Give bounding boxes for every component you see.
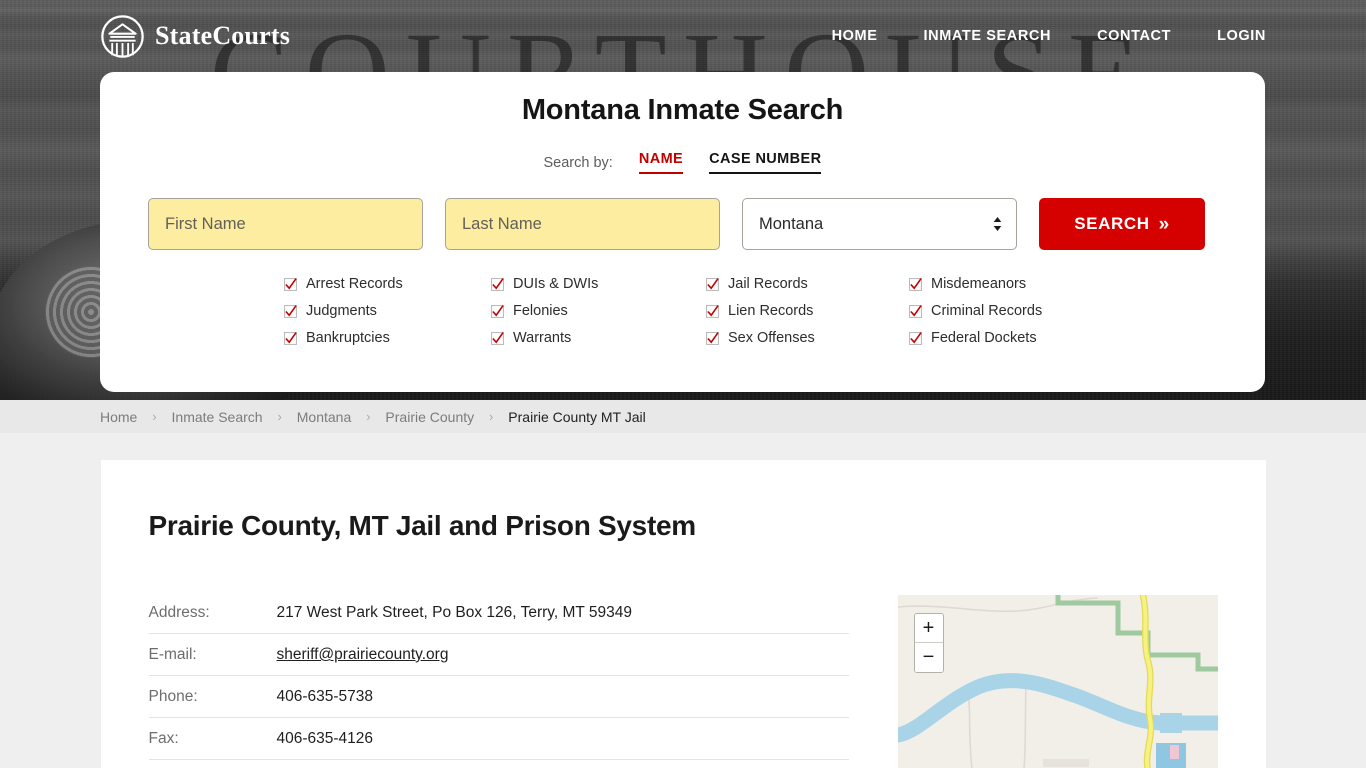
chevron-right-icon: › xyxy=(277,409,282,424)
feature-item-misdemeanors: Misdemeanors xyxy=(909,276,1109,292)
location-map[interactable]: + − xyxy=(897,595,1218,768)
map-zoom-out-button[interactable]: − xyxy=(914,643,943,672)
checkbox-checked-icon xyxy=(491,277,504,291)
feature-item-federal-dockets: Federal Dockets xyxy=(909,330,1109,346)
brand-name: StateCourts xyxy=(155,21,291,50)
breadcrumb: Home › Inmate Search › Montana › Prairie… xyxy=(0,400,1366,433)
map-zoom-in-button[interactable]: + xyxy=(914,614,943,643)
feature-item-criminal-records: Criminal Records xyxy=(909,303,1109,319)
detail-value-fax: 406-635-4126 xyxy=(276,717,849,760)
feature-label: Federal Dockets xyxy=(931,330,1037,346)
detail-value-address: 217 West Park Street, Po Box 126, Terry,… xyxy=(276,592,849,634)
feature-label: Bankruptcies xyxy=(306,330,390,346)
feature-item-sex-offenses: Sex Offenses xyxy=(706,330,909,346)
content-heading: Prairie County, MT Jail and Prison Syste… xyxy=(148,510,697,541)
feature-label: Misdemeanors xyxy=(931,276,1027,292)
detail-key-phone: Phone: xyxy=(148,675,277,718)
chevron-right-icon: › xyxy=(366,409,371,424)
feature-item-bankruptcies: Bankruptcies xyxy=(284,330,491,346)
feature-item-felonies: Felonies xyxy=(491,303,706,319)
chevron-right-icon: › xyxy=(152,409,157,424)
feature-label: Arrest Records xyxy=(306,276,403,292)
checkbox-checked-icon xyxy=(491,304,504,318)
table-row: Address: 217 West Park Street, Po Box 12… xyxy=(148,592,849,634)
last-name-input[interactable] xyxy=(445,198,720,250)
detail-key-fax: Fax: xyxy=(148,717,277,760)
checkbox-checked-icon xyxy=(909,304,922,318)
state-select[interactable]: Montana xyxy=(742,198,1017,250)
checkbox-checked-icon xyxy=(284,304,297,318)
email-link[interactable]: sheriff@prairiecounty.org xyxy=(277,646,449,663)
detail-key-address: Address: xyxy=(148,592,277,634)
tab-case-number[interactable]: CASE NUMBER xyxy=(709,151,822,174)
double-chevron-right-icon: » xyxy=(1158,213,1170,235)
checkbox-checked-icon xyxy=(909,277,922,291)
table-row: Website: http://visitterrymt.com/website… xyxy=(148,759,849,768)
jail-detail-card: Prairie County, MT Jail and Prison Syste… xyxy=(100,460,1266,768)
courthouse-circle-icon xyxy=(101,14,144,58)
checkbox-checked-icon xyxy=(706,277,719,291)
search-button-label: SEARCH xyxy=(1074,214,1150,233)
breadcrumb-item-current: Prairie County MT Jail xyxy=(508,408,646,425)
nav-item-inmate-search[interactable]: INMATE SEARCH xyxy=(924,28,1052,44)
breadcrumb-item-home[interactable]: Home xyxy=(100,409,137,425)
brand-logo[interactable]: StateCourts xyxy=(100,14,290,59)
feature-label: Criminal Records xyxy=(931,303,1043,319)
detail-value-website: http://visitterrymt.com/website/PCC/Sher… xyxy=(276,759,849,768)
nav-item-contact[interactable]: CONTACT xyxy=(1097,28,1171,44)
hero-banner: COURTHOUSE StateCourts HOME INMATE SEARC… xyxy=(0,0,1366,400)
table-row: Fax: 406-635-4126 xyxy=(148,717,849,760)
feature-label: Jail Records xyxy=(728,276,808,292)
feature-label: Judgments xyxy=(306,303,377,319)
inmate-search-card: Montana Inmate Search Search by: NAME CA… xyxy=(100,72,1265,392)
main-navigation: HOME INMATE SEARCH CONTACT LOGIN xyxy=(832,28,1266,44)
checkbox-checked-icon xyxy=(491,331,504,345)
breadcrumb-item-montana[interactable]: Montana xyxy=(297,409,351,425)
breadcrumb-item-prairie-county[interactable]: Prairie County xyxy=(385,409,474,425)
tab-name[interactable]: NAME xyxy=(638,151,684,174)
feature-item-lien-records: Lien Records xyxy=(706,303,909,319)
feature-label: Lien Records xyxy=(728,303,814,319)
content-area: Prairie County, MT Jail and Prison Syste… xyxy=(0,433,1366,768)
feature-item-judgments: Judgments xyxy=(284,303,491,319)
feature-checklist: Arrest Records DUIs & DWIs Jail Records … xyxy=(148,276,1217,346)
chevron-right-icon: › xyxy=(489,409,494,424)
checkbox-checked-icon xyxy=(284,331,297,345)
nav-item-home[interactable]: HOME xyxy=(832,28,878,44)
map-tiles xyxy=(897,595,1218,768)
checkbox-checked-icon xyxy=(284,277,297,291)
feature-label: Warrants xyxy=(513,330,572,346)
map-zoom-controls: + − xyxy=(913,613,944,673)
feature-item-duis-dwis: DUIs & DWIs xyxy=(491,276,706,292)
detail-key-website: Website: xyxy=(148,759,277,768)
checkbox-checked-icon xyxy=(706,304,719,318)
detail-key-email: E-mail: xyxy=(148,633,277,676)
search-form: Montana SEARCH » xyxy=(148,198,1217,250)
feature-label: DUIs & DWIs xyxy=(513,276,599,292)
detail-value-email: sheriff@prairiecounty.org xyxy=(276,633,849,676)
detail-value-phone: 406-635-5738 xyxy=(276,675,849,718)
table-row: Phone: 406-635-5738 xyxy=(148,675,849,718)
feature-item-warrants: Warrants xyxy=(491,330,706,346)
checkbox-checked-icon xyxy=(706,331,719,345)
table-row: E-mail: sheriff@prairiecounty.org xyxy=(148,633,849,676)
search-by-label: Search by: xyxy=(543,154,613,171)
search-button[interactable]: SEARCH » xyxy=(1039,198,1205,250)
nav-item-login[interactable]: LOGIN xyxy=(1217,28,1266,44)
facility-details-table: Address: 217 West Park Street, Po Box 12… xyxy=(148,592,849,768)
feature-label: Sex Offenses xyxy=(728,330,815,346)
first-name-input[interactable] xyxy=(148,198,423,250)
page-title: Montana Inmate Search xyxy=(521,94,844,126)
top-bar: StateCourts HOME INMATE SEARCH CONTACT L… xyxy=(0,0,1366,72)
state-select-wrapper: Montana xyxy=(742,198,1017,250)
breadcrumb-item-inmate-search[interactable]: Inmate Search xyxy=(172,409,263,425)
search-by-tabs: Search by: NAME CASE NUMBER xyxy=(148,151,1217,174)
feature-item-jail-records: Jail Records xyxy=(706,276,909,292)
feature-label: Felonies xyxy=(513,303,568,319)
feature-item-arrest-records: Arrest Records xyxy=(284,276,491,292)
checkbox-checked-icon xyxy=(909,331,922,345)
